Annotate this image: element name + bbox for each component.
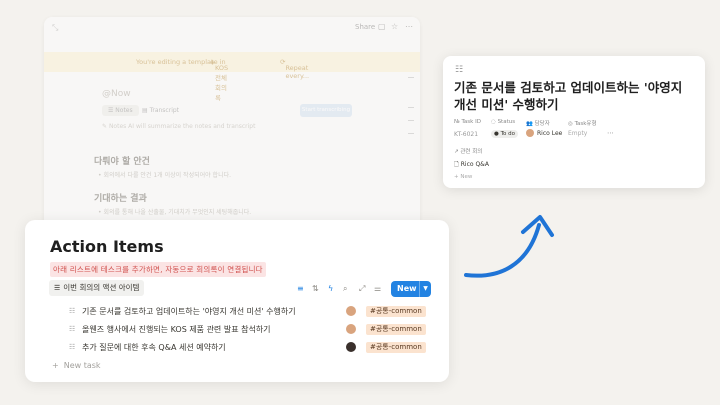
new-button[interactable]: New ▼	[391, 281, 431, 297]
checklist-icon: ☰	[54, 284, 61, 292]
related-meeting-item[interactable]: 🗋 Rico Q&A	[454, 160, 489, 170]
property-task-type-label: Task유형	[574, 121, 597, 127]
task-list-icon: ☷	[455, 65, 464, 75]
chevron-down-icon[interactable]: ▼	[419, 281, 431, 297]
automation-icon[interactable]: ϟ	[328, 284, 333, 293]
table-row[interactable]: ☷ 기존 문서를 검토하고 업데이트하는 '야영지 개선 미션' 수행하기 #공…	[69, 305, 429, 319]
avatar	[346, 306, 356, 316]
table-row[interactable]: ☷ 올웬즈 행사에서 진행되는 KOS 제품 관련 발표 참석하기 #공통-co…	[69, 323, 429, 337]
task-list-icon: ☷	[69, 343, 76, 351]
property-task-id-label: Task ID	[461, 119, 481, 125]
tag-badge: #공통-common	[366, 324, 426, 335]
more-properties-icon[interactable]: ⋯	[607, 129, 614, 137]
avatar	[526, 129, 534, 137]
task-type-value[interactable]: Empty	[568, 130, 587, 137]
add-related-label: New	[460, 174, 473, 180]
property-status[interactable]: ◌ Status	[491, 119, 515, 125]
related-meeting-label: ↗ 관련 회의	[454, 149, 483, 155]
add-related-button[interactable]: + New	[454, 174, 472, 180]
new-button-label: New	[397, 284, 417, 293]
tag-badge: #공통-common	[366, 342, 426, 353]
property-status-label: Status	[497, 119, 516, 125]
task-title[interactable]: 기존 문서를 검토하고 업데이트하는 '야영지 개선 미션' 수행하기	[82, 306, 296, 317]
task-list-icon: ☷	[69, 325, 76, 333]
filter-icon[interactable]: ≡	[297, 284, 304, 293]
view-tab-label: 이번 회의의 액션 아이템	[63, 283, 140, 292]
status-badge[interactable]: ● To do	[491, 130, 518, 138]
task-id-value: KT-6021	[454, 131, 479, 138]
plus-icon: +	[52, 361, 59, 370]
related-meeting-item-text: Rico Q&A	[460, 161, 489, 168]
task-title[interactable]: 올웬즈 행사에서 진행되는 KOS 제품 관련 발표 참석하기	[82, 324, 271, 335]
table-row[interactable]: ☷ 추가 질문에 대한 후속 Q&A 세션 예약하기 #공통-common	[69, 341, 429, 355]
new-task-label: New task	[63, 361, 101, 370]
task-title[interactable]: 추가 질문에 대한 후속 Q&A 세션 예약하기	[82, 342, 226, 353]
avatar	[346, 342, 356, 352]
property-assignee[interactable]: 👥 담당자	[526, 119, 550, 127]
tag-badge: #공통-common	[366, 306, 426, 317]
action-items-card: Action Items 아래 리스트에 테스크를 추가하면, 자동으로 회의록…	[25, 220, 449, 382]
task-detail-card: ☷ 기존 문서를 검토하고 업데이트하는 '야영지 개선 미션' 수행하기 № …	[443, 56, 705, 188]
page-title: Action Items	[50, 237, 164, 256]
task-detail-title: 기존 문서를 검토하고 업데이트하는 '야영지 개선 미션' 수행하기	[454, 80, 683, 112]
task-list-icon: ☷	[69, 307, 76, 315]
sort-icon[interactable]: ⇅	[312, 284, 319, 293]
avatar	[346, 324, 356, 334]
property-assignee-label: 담당자	[534, 121, 550, 127]
search-icon[interactable]: ⌕	[343, 284, 347, 293]
status-badge-label: To do	[500, 131, 515, 137]
assignee-value[interactable]: Rico Lee	[537, 130, 562, 137]
expand-icon[interactable]: ⤢	[359, 284, 365, 293]
new-task-button[interactable]: + New task	[52, 361, 101, 370]
property-task-type[interactable]: ◎ Task유형	[568, 119, 597, 127]
settings-icon[interactable]: ⚌	[374, 284, 381, 293]
related-meeting-label-text: 관련 회의	[460, 149, 483, 155]
property-task-id[interactable]: № Task ID	[454, 119, 481, 125]
arrow-icon	[464, 215, 554, 278]
view-tab[interactable]: ☰ 이번 회의의 액션 아이템	[49, 280, 145, 296]
notice-text: 아래 리스트에 테스크를 추가하면, 자동으로 회의록이 연결됩니다	[50, 262, 266, 277]
